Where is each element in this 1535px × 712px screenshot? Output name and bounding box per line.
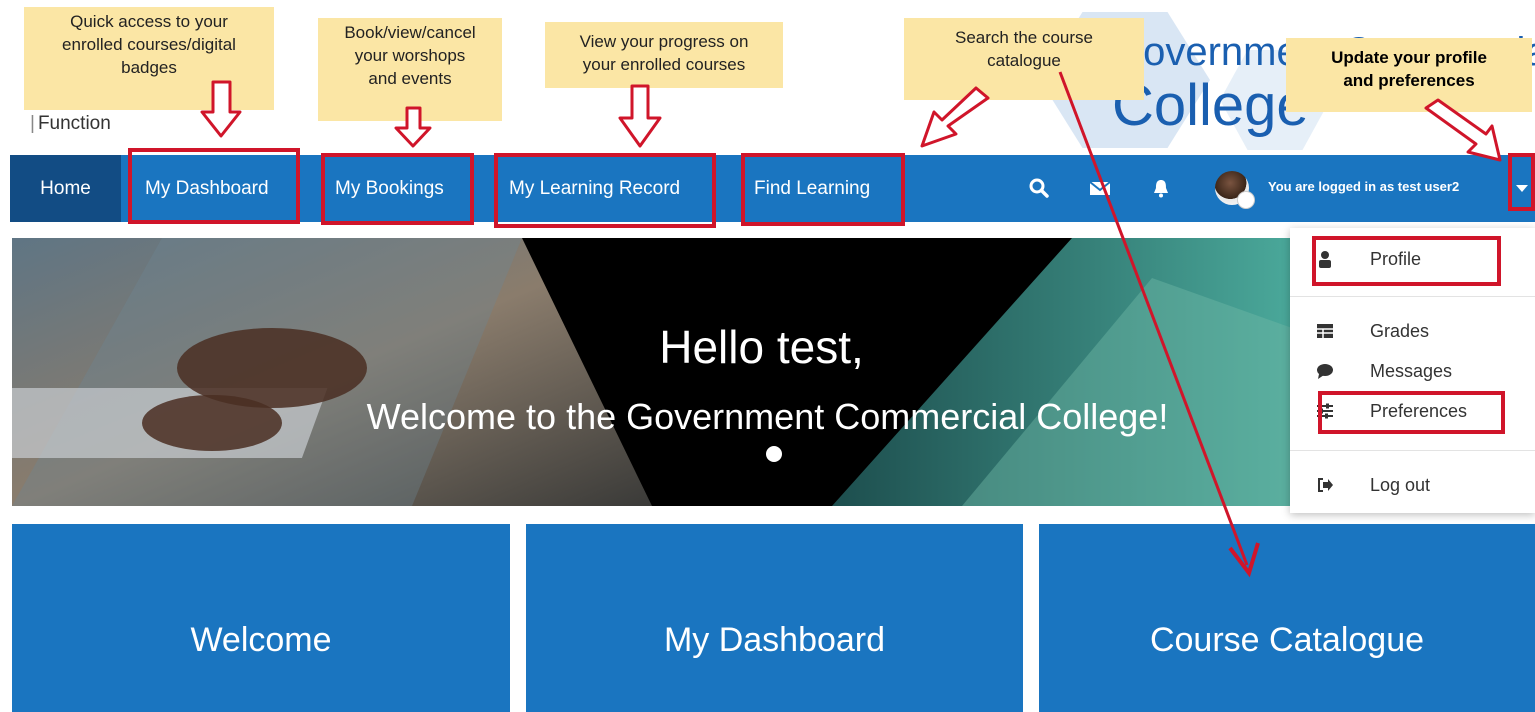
menu-item-messages[interactable]: Messages xyxy=(1290,354,1535,388)
arrow-down-learning-record xyxy=(618,84,662,148)
tile-welcome[interactable]: Welcome xyxy=(12,524,510,712)
table-icon xyxy=(1317,324,1333,338)
callout-dashboard: Quick access to your enrolled courses/di… xyxy=(24,7,274,110)
screenshot-stage: |Function Government Commercial College … xyxy=(0,0,1535,712)
tile-course-catalogue[interactable]: Course Catalogue xyxy=(1039,524,1535,712)
highlight-user-menu-toggle xyxy=(1508,153,1535,211)
envelope-icon[interactable] xyxy=(1088,177,1112,199)
menu-item-grades[interactable]: Grades xyxy=(1290,314,1535,348)
menu-item-logout[interactable]: Log out xyxy=(1290,468,1535,502)
callout-bookings: Book/view/cancel your worshops and event… xyxy=(318,18,502,121)
logout-icon xyxy=(1318,478,1333,492)
callout-find-learning: Search the course catalogue xyxy=(904,18,1144,100)
bell-icon[interactable] xyxy=(1150,177,1172,199)
highlight-find-learning xyxy=(741,153,905,226)
callout-profile: Update your profile and preferences xyxy=(1286,38,1532,112)
callout-learning-record: View your progress on your enrolled cour… xyxy=(545,22,783,88)
nav-home[interactable]: Home xyxy=(10,155,121,222)
site-subtitle: | Function xyxy=(30,113,111,134)
carousel-indicator[interactable] xyxy=(766,446,782,462)
highlight-my-learning-record xyxy=(494,153,716,228)
tile-my-dashboard[interactable]: My Dashboard xyxy=(526,524,1023,712)
highlight-preferences xyxy=(1318,391,1505,434)
menu-divider xyxy=(1290,296,1535,297)
highlight-my-dashboard xyxy=(128,148,300,224)
highlight-profile xyxy=(1312,236,1501,286)
logged-in-status: You are logged in as test user2 xyxy=(1268,179,1460,194)
menu-divider xyxy=(1290,450,1535,451)
search-icon[interactable] xyxy=(1028,177,1050,199)
highlight-my-bookings xyxy=(321,153,474,225)
chat-bubble-icon xyxy=(1317,364,1333,379)
avatar-status-dot xyxy=(1237,191,1255,209)
